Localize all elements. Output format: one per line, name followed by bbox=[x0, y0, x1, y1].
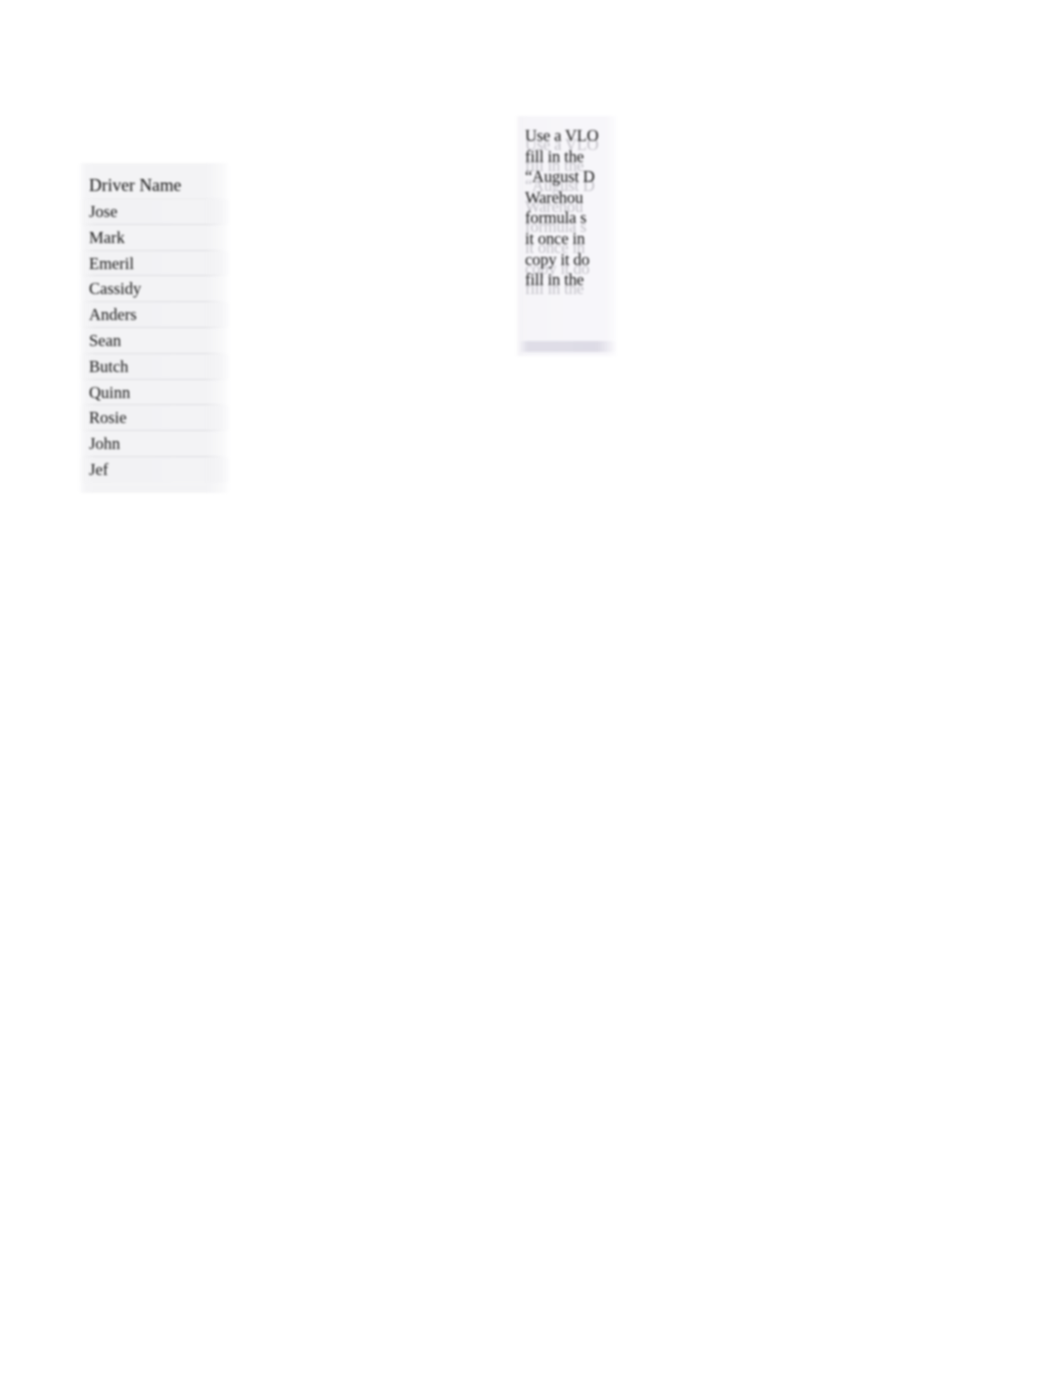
note-line-text: “August D bbox=[525, 167, 595, 187]
table-row[interactable]: Cassidy bbox=[78, 276, 230, 302]
table-row[interactable]: Sean bbox=[78, 328, 230, 354]
instruction-note-cell[interactable]: Use a VLO Use a VLO fill in the fill in … bbox=[515, 116, 619, 356]
column-header-driver-name: Driver Name bbox=[78, 172, 230, 199]
note-line: Warehou Warehou bbox=[525, 187, 619, 216]
note-line-text: formula s bbox=[525, 208, 587, 228]
table-rows: Driver Name Jose Mark Emeril Cassidy And… bbox=[78, 163, 230, 483]
note-line-text: fill in the bbox=[525, 270, 584, 290]
note-line: fill in the fill in the bbox=[525, 146, 619, 175]
table-row[interactable]: Emeril bbox=[78, 250, 230, 277]
table-row[interactable]: Jef bbox=[78, 456, 230, 483]
note-text-lines: Use a VLO Use a VLO fill in the fill in … bbox=[515, 116, 619, 298]
note-line-text: Use a VLO bbox=[525, 126, 599, 145]
note-line: Use a VLO Use a VLO bbox=[525, 126, 619, 154]
table-row[interactable]: Butch bbox=[78, 353, 230, 380]
note-line: it once in it once in bbox=[525, 228, 619, 257]
note-line-text: Warehou bbox=[525, 187, 584, 207]
note-line: formula s formula s bbox=[525, 208, 619, 236]
note-line-text: copy it do bbox=[525, 249, 590, 269]
note-line-text: it once in bbox=[525, 228, 585, 248]
note-line: fill in the fill in the bbox=[525, 270, 619, 298]
note-footer-bar bbox=[519, 341, 617, 352]
table-row[interactable]: John bbox=[78, 431, 230, 457]
table-row[interactable]: Quinn bbox=[78, 380, 230, 406]
driver-name-table: Driver Name Jose Mark Emeril Cassidy And… bbox=[78, 163, 230, 493]
table-row[interactable]: Mark bbox=[78, 225, 230, 251]
note-line: “August D “August D bbox=[525, 167, 619, 195]
table-row[interactable]: Jose bbox=[78, 199, 230, 225]
note-line-text: fill in the bbox=[525, 146, 584, 166]
table-row[interactable]: Rosie bbox=[78, 405, 230, 431]
note-line: copy it do copy it do bbox=[525, 249, 619, 278]
table-row[interactable]: Anders bbox=[78, 302, 230, 328]
